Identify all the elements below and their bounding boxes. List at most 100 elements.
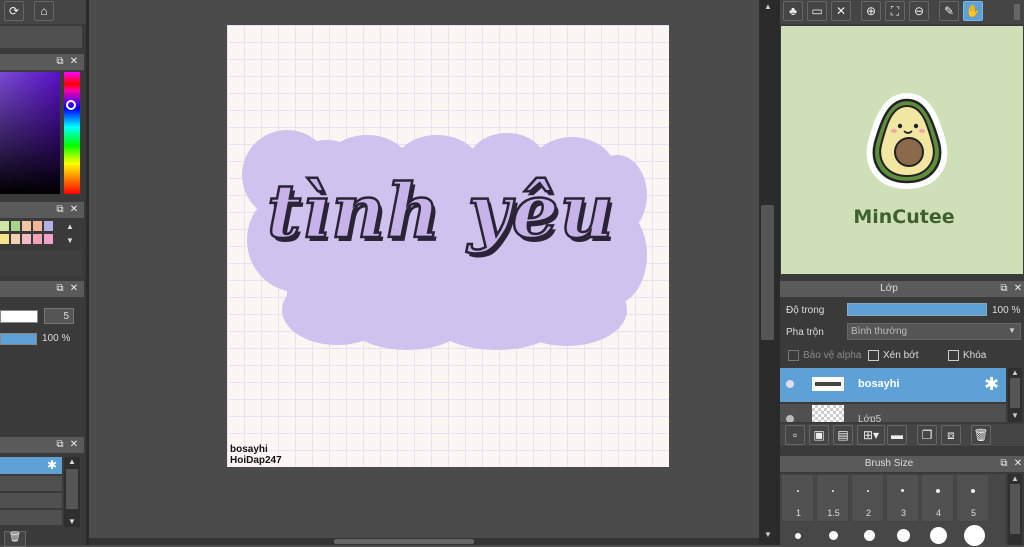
brush-dot[interactable] — [964, 525, 985, 546]
lock-checkbox[interactable]: Khóa — [948, 350, 986, 361]
add-layer-menu-icon[interactable]: ⊞▾ — [857, 425, 885, 445]
new-layer-color-icon[interactable]: ▣ — [809, 425, 829, 445]
brush-size-cell[interactable]: 4 — [921, 474, 954, 522]
swatch[interactable] — [44, 221, 53, 231]
hue-slider-handle[interactable] — [66, 100, 76, 110]
popout-icon[interactable]: ⧉ — [998, 283, 1010, 295]
left-layer-row[interactable] — [0, 510, 62, 525]
brush-size-cell[interactable]: 1.5 — [816, 474, 849, 522]
opacity-label: Độ trong — [786, 305, 825, 316]
left-layer-row-selected[interactable]: ✱ — [0, 457, 62, 474]
merge-icon[interactable]: ⧈ — [941, 425, 961, 445]
brush-size-scrollbar[interactable]: ▲ — [1008, 474, 1022, 545]
settings-icon[interactable]: ✱ — [47, 458, 57, 472]
close-icon[interactable]: ✕ — [68, 204, 80, 216]
swatch[interactable] — [33, 221, 42, 231]
visibility-icon[interactable] — [786, 380, 794, 388]
palette-scroll-down[interactable]: ▼ — [66, 236, 74, 245]
swatch[interactable] — [44, 234, 53, 244]
scroll-up[interactable]: ▲ — [1011, 474, 1019, 483]
eyedropper-icon[interactable]: ✎ — [939, 1, 959, 21]
brush-dot[interactable] — [795, 533, 801, 539]
swatch[interactable] — [22, 221, 31, 231]
folder-icon[interactable]: ▬ — [887, 425, 907, 445]
scroll-down[interactable]: ▼ — [1011, 411, 1019, 420]
swatch[interactable] — [11, 221, 20, 231]
popout-icon[interactable]: ⧉ — [54, 439, 66, 451]
color-panel-header: ⧉ ✕ — [0, 54, 84, 70]
fit-icon[interactable]: ⛶ — [885, 1, 905, 21]
protect-alpha-checkbox[interactable]: Bảo vệ alpha — [788, 350, 861, 361]
swatch[interactable] — [22, 234, 31, 244]
swatch[interactable] — [0, 221, 9, 231]
navigator-scroll-handle[interactable] — [1014, 4, 1020, 20]
left-layer-row[interactable] — [0, 493, 62, 508]
brush-size-cell[interactable]: 3 — [886, 474, 919, 522]
left-panel: ⟳ ⌂ ⧉ ✕ ⧉ ✕ ▲ ▼ ⧉ ✕ 5 100 % ⧉ ✕ ✱ ▲ ▼ 🗑 — [0, 0, 86, 547]
palette-scroll-up[interactable]: ▲ — [66, 222, 74, 231]
close-icon[interactable]: ✕ — [68, 283, 80, 295]
close-icon[interactable]: ✕ — [1012, 283, 1024, 295]
canvas-vscrollbar[interactable]: ▲ ▼ — [759, 0, 776, 545]
brush-size-cell[interactable]: 5 — [956, 474, 989, 522]
popout-icon[interactable]: ⧉ — [54, 204, 66, 216]
layer-row-selected[interactable]: bosayhi ✱ — [780, 368, 1006, 402]
popout-icon[interactable]: ⧉ — [54, 283, 66, 295]
brush-dot[interactable] — [897, 529, 910, 542]
watermark-line1: bosayhi — [230, 444, 268, 455]
brush-dot[interactable] — [829, 531, 838, 540]
hscroll-thumb[interactable] — [334, 539, 474, 544]
brush-dot[interactable] — [864, 530, 875, 541]
new-layer-icon[interactable]: ▫ — [785, 425, 805, 445]
scroll-thumb[interactable] — [1010, 484, 1020, 534]
snap-icon[interactable]: ⌂ — [34, 1, 54, 21]
scroll-thumb[interactable] — [66, 469, 78, 509]
popout-icon[interactable]: ⧉ — [54, 56, 66, 68]
scroll-up[interactable]: ▲ — [68, 457, 76, 466]
opacity-slider[interactable] — [0, 333, 37, 345]
popout-icon[interactable]: ⧉ — [998, 458, 1010, 470]
blend-mode-select[interactable]: Bình thường ▼ — [847, 323, 1021, 340]
layer-settings-icon[interactable]: ✱ — [984, 374, 999, 395]
left-layer-scrollbar[interactable]: ▲ ▼ — [64, 457, 80, 527]
zoom-out-icon[interactable]: ⊖ — [909, 1, 929, 21]
brush-size-cell[interactable]: 2 — [851, 474, 884, 522]
canvas[interactable]: tình yêu bosayhi HoiDap247 — [227, 25, 669, 467]
clipping-checkbox[interactable]: Xén bớt — [868, 350, 918, 361]
hue-slider[interactable] — [64, 72, 80, 194]
swatch[interactable] — [0, 234, 9, 244]
scroll-up[interactable]: ▲ — [1011, 368, 1019, 377]
zoom-in-icon[interactable]: ⊕ — [861, 1, 881, 21]
brush-size-slider[interactable] — [0, 310, 38, 323]
folder-open-icon[interactable]: ▭ — [807, 1, 827, 21]
brush-size-cell[interactable]: 1 — [781, 474, 814, 522]
brush-size-value[interactable]: 5 — [44, 308, 74, 324]
rotate-icon[interactable]: ⟳ — [4, 1, 24, 21]
layer-list-scrollbar[interactable]: ▲ ▼ — [1008, 368, 1022, 422]
scroll-thumb[interactable] — [761, 205, 774, 340]
navigator-preview[interactable]: MinCutee — [781, 26, 1023, 274]
tree-icon[interactable]: ♣ — [783, 1, 803, 21]
color-field[interactable] — [0, 72, 60, 194]
scroll-down[interactable]: ▼ — [764, 530, 772, 539]
clipping-label: Xén bớt — [883, 350, 919, 362]
duplicate-icon[interactable]: ❐ — [917, 425, 937, 445]
layer-opacity-slider[interactable] — [847, 303, 987, 316]
left-layer-row[interactable] — [0, 476, 62, 491]
swatch[interactable] — [33, 234, 42, 244]
swatch[interactable] — [11, 234, 20, 244]
scroll-down[interactable]: ▼ — [68, 517, 76, 526]
close-icon[interactable]: ✕ — [831, 1, 851, 21]
canvas-hscrollbar[interactable] — [89, 538, 759, 545]
scroll-up[interactable]: ▲ — [764, 2, 772, 11]
new-layer-special-icon[interactable]: ▤ — [833, 425, 853, 445]
close-icon[interactable]: ✕ — [68, 439, 80, 451]
close-icon[interactable]: ✕ — [68, 56, 80, 68]
hand-icon[interactable]: ✋ — [963, 1, 983, 21]
scroll-thumb[interactable] — [1010, 378, 1020, 408]
visibility-icon[interactable] — [786, 415, 794, 422]
layer-row[interactable]: Lớp5 — [780, 404, 1006, 422]
brush-dot[interactable] — [930, 527, 947, 544]
close-icon[interactable]: ✕ — [1012, 458, 1024, 470]
delete-layer-icon[interactable]: 🗑 — [971, 425, 991, 445]
